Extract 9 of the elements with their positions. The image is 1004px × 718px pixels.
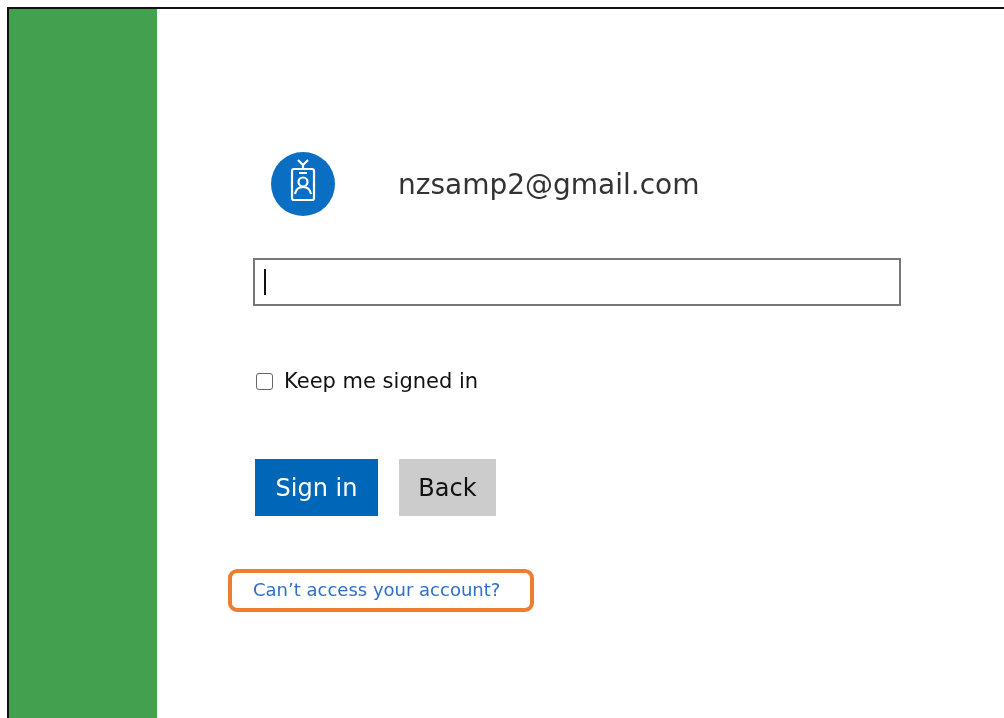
password-field[interactable]	[253, 258, 901, 306]
checkbox-label: Keep me signed in	[284, 369, 479, 393]
account-email: nzsamp2@gmail.com	[398, 167, 700, 201]
badge-avatar-icon	[271, 152, 335, 216]
account-help-link[interactable]: Can’t access your account?	[253, 579, 501, 600]
text-cursor	[264, 269, 266, 295]
back-button[interactable]: Back	[399, 459, 496, 516]
sign-in-button[interactable]: Sign in	[255, 459, 378, 516]
checkbox[interactable]	[256, 372, 273, 390]
